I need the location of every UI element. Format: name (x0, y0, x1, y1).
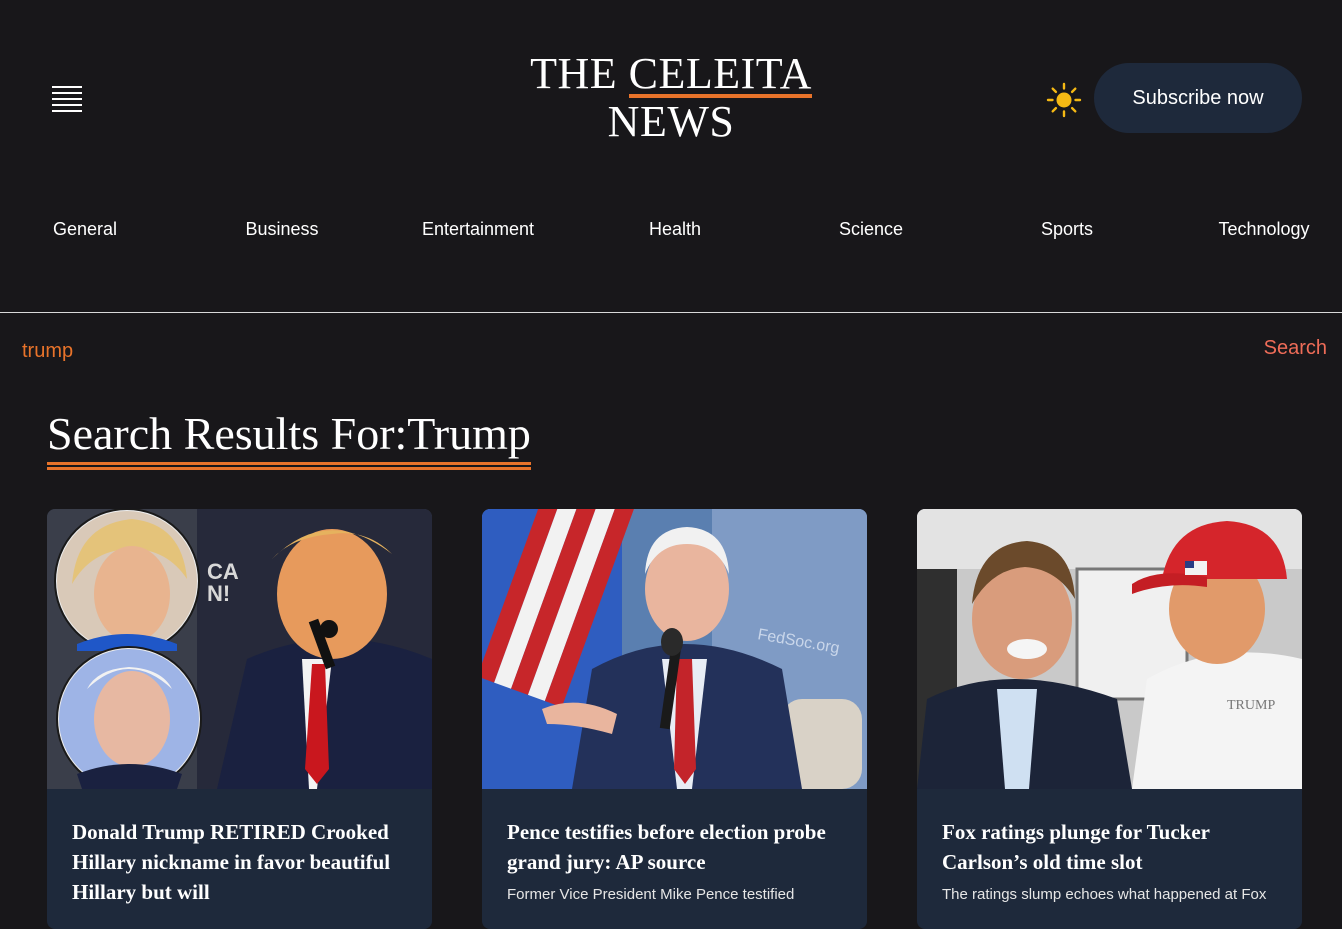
nav-item-general[interactable]: General (53, 219, 117, 240)
svg-text:N!: N! (207, 581, 230, 606)
sun-icon[interactable] (1046, 82, 1082, 118)
search-input[interactable] (22, 337, 1022, 365)
card-description (47, 907, 432, 915)
card-description: Former Vice President Mike Pence testifi… (507, 886, 795, 903)
search-button[interactable]: Search (1264, 337, 1327, 360)
card-title[interactable]: Donald Trump RETIRED Crooked Hillary nic… (47, 789, 432, 907)
category-nav: General Business Entertainment Health Sc… (0, 190, 1342, 313)
nav-item-health[interactable]: Health (649, 219, 701, 240)
logo-prefix: THE (530, 49, 629, 98)
nav-item-entertainment[interactable]: Entertainment (422, 219, 534, 240)
card-title[interactable]: Pence testifies before election probe gr… (482, 789, 867, 877)
card-title[interactable]: Fox ratings plunge for Tucker Carlson’s … (917, 789, 1302, 877)
card-image: TRUMP (917, 509, 1302, 789)
card-image: FedSoc.org (482, 509, 867, 789)
nav-item-science[interactable]: Science (839, 219, 903, 240)
nav-item-business[interactable]: Business (245, 219, 318, 240)
logo-accent-word: CELEITA (628, 49, 812, 98)
news-card[interactable]: CA N! Donald Trump RETIRED Crooked Hilla… (47, 509, 432, 929)
nav-item-sports[interactable]: Sports (1041, 219, 1093, 240)
news-card[interactable]: FedSoc.org Pence testifies before electi… (482, 509, 867, 929)
news-card[interactable]: TRUMP Fox ratings plunge for Tucker Carl… (917, 509, 1302, 929)
subscribe-button[interactable]: Subscribe now (1094, 63, 1302, 133)
card-image: CA N! (47, 509, 432, 789)
site-header: THE CELEITA NEWS Subscribe now (0, 0, 1342, 190)
search-results-heading: Search Results For:Trump (47, 408, 531, 470)
nav-item-technology[interactable]: Technology (1218, 219, 1309, 240)
search-bar: Search (0, 313, 1342, 391)
svg-text:TRUMP: TRUMP (1227, 698, 1275, 713)
card-description: The ratings slump echoes what happened a… (942, 886, 1267, 903)
